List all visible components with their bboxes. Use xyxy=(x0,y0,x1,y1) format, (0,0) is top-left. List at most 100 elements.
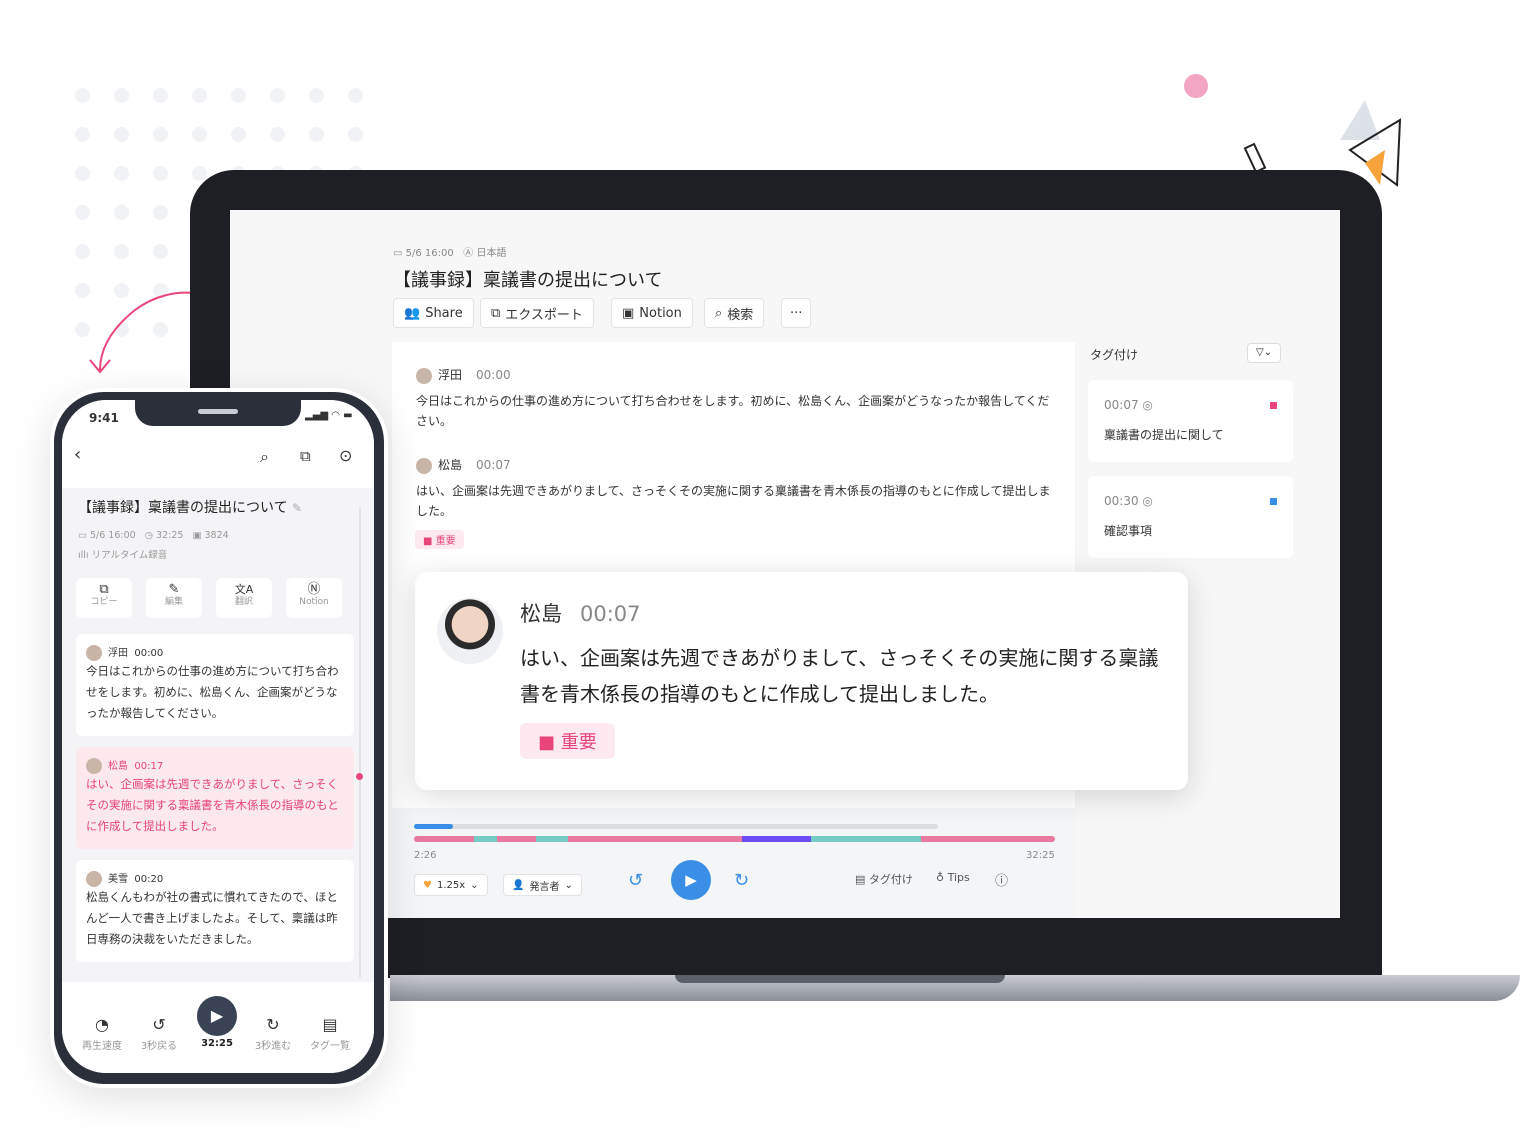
transcript-entry-header: 松島 00:07 xyxy=(416,456,511,474)
tips-button[interactable]: ♁ Tips xyxy=(936,871,970,884)
timeline-segment xyxy=(497,836,536,842)
play-button[interactable]: ▶ xyxy=(671,860,711,900)
forward-3-control[interactable]: ↻ 3秒進む xyxy=(245,1015,301,1052)
transcript-entry-active[interactable]: 松島 00:17 はい、企画案は先週できあがりまして、さっそくその実施に関する稟議… xyxy=(76,747,354,849)
speed-select[interactable]: ♥ 1.25x ⌄ xyxy=(414,874,488,896)
speaker-name: 浮田 xyxy=(108,648,128,659)
popup-text: はい、企画案は先週できあがりまして、さっそくその実施に関する稟議書を青木係長の指… xyxy=(520,646,1159,706)
bookmark-icon: ■ xyxy=(538,732,561,753)
share-label: Share xyxy=(425,305,463,321)
transcript-entry[interactable]: 浮田 00:00 今日はこれからの仕事の進め方について打ち合わせをします。初めに、… xyxy=(76,634,354,736)
notion-button[interactable]: Ⓝ Notion xyxy=(286,578,342,618)
edit-pencil-icon[interactable]: ✎ xyxy=(292,501,302,515)
decorative-dot xyxy=(114,166,129,181)
copy-button[interactable]: ⧉ コピー xyxy=(76,578,132,618)
decorative-dot xyxy=(75,88,90,103)
meta-row: ▭ 5/6 16:00 Ⓐ 日本語 xyxy=(393,244,506,259)
chevron-down-icon: ⌄ xyxy=(470,879,479,891)
scroll-marker xyxy=(356,773,363,780)
entry-header: 松島 00:17 xyxy=(86,757,344,774)
filter-button[interactable]: ▽⌄ xyxy=(1247,343,1281,363)
play-button[interactable]: ▶ xyxy=(197,996,237,1036)
text-count-icon: ▣ xyxy=(192,530,205,541)
speaker-filter-value: 発言者 xyxy=(529,881,560,893)
more-button[interactable]: ··· xyxy=(781,298,812,328)
calendar-icon: ▭ xyxy=(78,530,90,541)
transcript-entry[interactable]: 美雪 00:20 松島くんもわが社の書式に慣れてきたので、ほとんど一人で書き上げま… xyxy=(76,860,354,962)
transcript-entry-header: 浮田 00:00 xyxy=(416,366,511,384)
scrollbar[interactable] xyxy=(359,508,361,978)
rewind-5-icon[interactable]: ↺ xyxy=(628,870,643,891)
speaker-select[interactable]: 👤 発言者 ⌄ xyxy=(503,874,582,896)
decorative-dot xyxy=(192,88,207,103)
decorative-dot xyxy=(75,127,90,142)
speaker-name: 美雪 xyxy=(108,874,128,885)
highlighted-entry-card: 松島 00:07 はい、企画案は先週できあがりまして、さっそくその実施に関する稟議… xyxy=(415,572,1188,790)
export-button[interactable]: ⧉ エクスポート xyxy=(480,298,594,328)
status-icons: ▂▄▆ ◠ ▬ xyxy=(305,410,353,421)
tips-label: Tips xyxy=(947,871,970,884)
translate-icon: 文A xyxy=(234,583,254,596)
tag-card[interactable]: 00:30 ◎ 確認事項 xyxy=(1088,476,1293,558)
clock-icon: ◷ xyxy=(144,530,157,541)
search-button[interactable]: ⌕ 検索 xyxy=(704,298,765,328)
tag-color-marker xyxy=(1270,402,1277,409)
avatar xyxy=(416,367,432,384)
important-tag[interactable]: ■ 重要 xyxy=(415,530,464,549)
tag-card-time-row: 00:30 ◎ xyxy=(1104,494,1277,508)
timestamp[interactable]: 00:07 xyxy=(476,458,511,472)
speed-control[interactable]: ◔ 再生速度 xyxy=(74,1015,130,1052)
waveform-icon: ıllı xyxy=(78,550,92,561)
avatar xyxy=(86,645,102,661)
notion-button[interactable]: ▣ Notion xyxy=(611,298,693,328)
tag-color-marker xyxy=(1270,498,1277,505)
decorative-dot xyxy=(153,88,168,103)
date: 5/6 16:00 xyxy=(90,530,136,541)
search-icon[interactable]: ⌕ xyxy=(260,447,269,467)
back-icon[interactable]: ‹ xyxy=(74,444,81,465)
forward-5-icon[interactable]: ↻ xyxy=(734,870,749,891)
decorative-dot xyxy=(270,127,285,142)
calendar-icon: ▭ xyxy=(393,248,406,259)
tag-label: 確認事項 xyxy=(1104,524,1153,538)
tag-list-control[interactable]: ▤ タグ一覧 xyxy=(302,1015,358,1052)
share-button[interactable]: 👥 Share xyxy=(393,298,474,328)
play-icon: ▶ xyxy=(210,1006,224,1025)
entry-header: 浮田 00:00 xyxy=(86,644,344,661)
tagging-button[interactable]: ▤ タグ付け xyxy=(855,871,913,887)
important-tag[interactable]: ■ 重要 xyxy=(520,723,615,759)
rewind-3-control[interactable]: ↺ 3秒戻る xyxy=(131,1015,187,1052)
entry-text: はい、企画案は先週できあがりまして、さっそくその実施に関する稟議書を青木係長の指… xyxy=(86,777,339,833)
edit-button[interactable]: ✎ 編集 xyxy=(146,578,202,618)
more-icon[interactable]: ⊙ xyxy=(339,446,352,465)
decorative-dot xyxy=(309,88,324,103)
transcript-text: 今日はこれからの仕事の進め方について打ち合わせをします。初めに、松島くん、企画案… xyxy=(416,394,1050,428)
speed-value: 1.25x xyxy=(436,879,466,891)
playback-progress-track[interactable] xyxy=(414,824,938,829)
timeline-segment xyxy=(568,836,742,842)
entry-header: 美雪 00:20 xyxy=(86,870,344,887)
timestamp: 00:20 xyxy=(134,874,164,885)
rewind-icon: ↺ xyxy=(152,1015,166,1034)
decorative-dot xyxy=(114,205,129,220)
tag-time: 00:07 xyxy=(1104,398,1139,412)
speaker-name: 浮田 xyxy=(438,368,463,382)
action-label: 編集 xyxy=(164,597,183,607)
decorative-dot xyxy=(75,166,90,181)
action-label: 翻訳 xyxy=(234,597,253,607)
phone-screen: 9:41 ▂▄▆ ◠ ▬ ‹ ⌕ ⧉ ⊙ 【議事録】稟議書の提出について ✎ ▭… xyxy=(62,400,374,1073)
share-icon[interactable]: ⧉ xyxy=(300,447,311,465)
info-icon[interactable]: ⓘ xyxy=(995,870,1008,889)
speaker-name: 松島 xyxy=(520,602,562,626)
timeline-segment xyxy=(474,836,497,842)
tag-card[interactable]: 00:07 ◎ 稟議書の提出に関して xyxy=(1088,380,1293,462)
chevron-down-icon: ⌄ xyxy=(564,879,573,891)
decorative-dot xyxy=(348,127,363,142)
timestamp: 00:17 xyxy=(134,761,164,772)
transcript-text: はい、企画案は先週できあがりまして、さっそくその実施に関する稟議書を青木係長の指… xyxy=(416,484,1051,518)
search-icon: ⌕ xyxy=(715,305,723,321)
playback-progress-fill xyxy=(414,824,454,829)
translate-button[interactable]: 文A 翻訳 xyxy=(216,578,272,618)
timestamp[interactable]: 00:00 xyxy=(476,368,511,382)
speaker-timeline[interactable] xyxy=(414,836,1055,842)
